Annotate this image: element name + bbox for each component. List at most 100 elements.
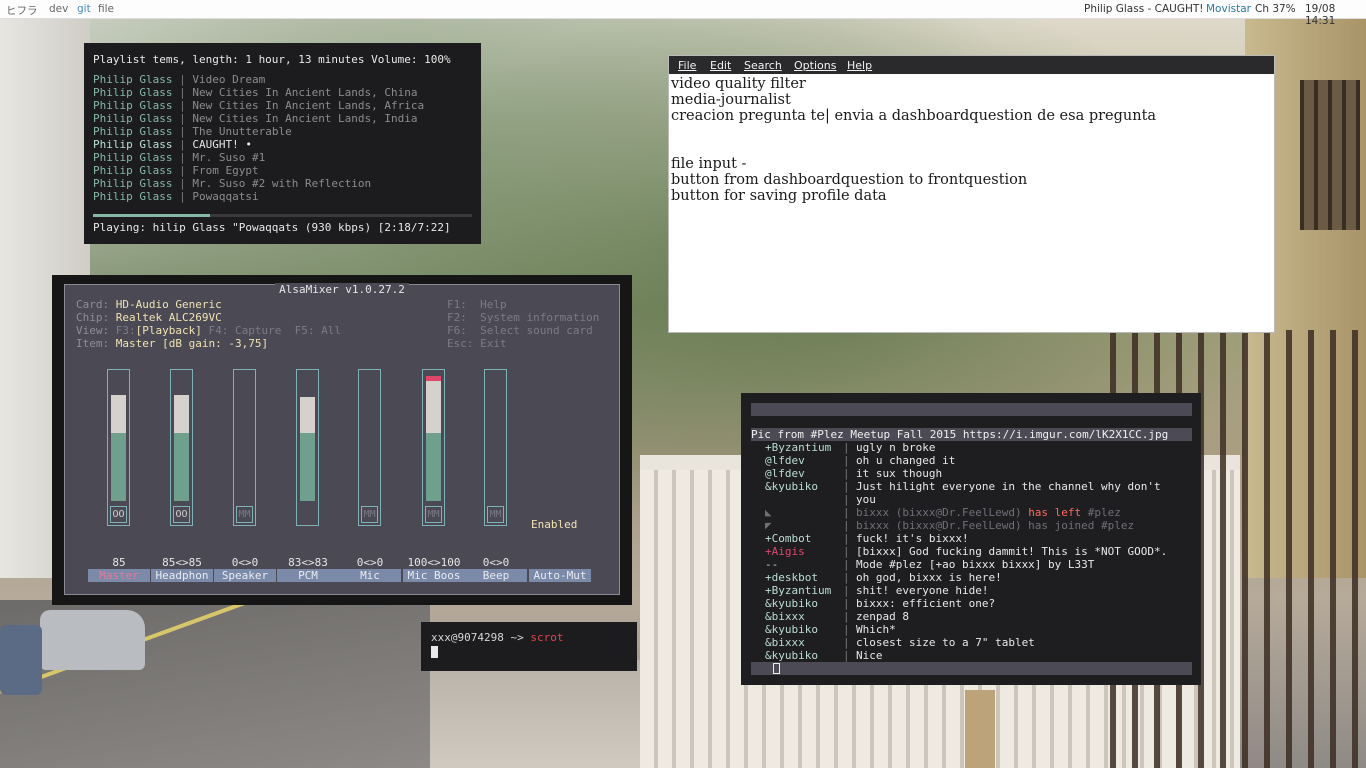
workspace-tag[interactable]: file xyxy=(98,3,114,15)
irc-nick[interactable]: &kyubiko xyxy=(751,649,843,662)
channel-label[interactable]: Beep xyxy=(465,569,527,582)
mute-toggle[interactable]: MM xyxy=(361,506,378,523)
irc-nick[interactable]: @lfdev xyxy=(751,454,843,467)
track-separator: | xyxy=(172,138,193,151)
channel-label[interactable]: Master xyxy=(88,569,150,582)
workspace-tag[interactable]: ヒフラ xyxy=(6,3,38,18)
menu-edit[interactable]: Edit xyxy=(710,59,731,72)
help-esc: Esc: Exit xyxy=(447,337,507,350)
irc-text: bixxx (bixxx@Dr.FeelLewd) has left #plez xyxy=(856,506,1192,519)
irc-separator: | xyxy=(843,610,850,623)
irc-nick[interactable]: &kyubiko xyxy=(751,480,843,493)
track-title: Mr. Suso #1 xyxy=(192,151,266,164)
irc-nick[interactable]: &bixxx xyxy=(751,610,843,623)
playlist-track[interactable]: Philip Glass | Video Dream xyxy=(93,73,472,86)
mute-toggle[interactable]: OO xyxy=(110,506,127,523)
volume-slider[interactable]: MM xyxy=(233,369,256,526)
irc-separator: | xyxy=(843,467,850,480)
irc-nick[interactable]: &kyubiko xyxy=(751,597,843,610)
channel-label[interactable]: Mic Boos xyxy=(403,569,465,582)
playlist-track[interactable]: Philip Glass | Mr. Suso #2 with Reflecti… xyxy=(93,177,472,190)
editor-line: button from dashboardquestion to frontqu… xyxy=(671,172,1028,188)
irc-text: shit! everyone hide! xyxy=(856,584,1192,597)
channel-label[interactable]: PCM xyxy=(277,569,339,582)
playback-progress-fill xyxy=(93,214,211,217)
volume-slider[interactable]: OO xyxy=(107,369,130,526)
wallpaper-car-blue xyxy=(0,625,42,695)
playlist-track[interactable]: Philip Glass | New Cities In Ancient Lan… xyxy=(93,99,472,112)
irc-nick[interactable]: @lfdev xyxy=(751,467,843,480)
playlist-track[interactable]: Philip Glass | The Unutterable xyxy=(93,125,472,138)
card-value: HD-Audio Generic xyxy=(115,298,222,311)
irc-nick[interactable]: +Byzantium xyxy=(751,441,843,454)
irc-separator: | xyxy=(843,558,850,571)
channel-topic: Pic from #Plez Meetup Fall 2015 https://… xyxy=(751,428,1192,441)
irc-message: +Byzantium | shit! everyone hide! xyxy=(751,584,1192,597)
irc-nick[interactable]: +Combot xyxy=(751,532,843,545)
playlist-track[interactable]: Philip Glass | Mr. Suso #1 xyxy=(93,151,472,164)
irc-separator: | xyxy=(843,480,850,493)
mute-toggle[interactable]: OO xyxy=(173,506,190,523)
mute-toggle[interactable]: MM xyxy=(487,506,504,523)
menu-search[interactable]: Search xyxy=(744,59,782,72)
playlist-track[interactable]: Philip Glass | New Cities In Ancient Lan… xyxy=(93,86,472,99)
track-artist: Philip Glass xyxy=(93,86,173,99)
irc-nick[interactable]: ◣ xyxy=(751,506,843,519)
irc-text-part: Just hilight everyone in the channel why… xyxy=(856,480,1161,493)
volume-slider[interactable]: MM xyxy=(422,369,445,526)
channel-label[interactable]: Speaker xyxy=(214,569,276,582)
volume-level-high xyxy=(426,376,441,381)
irc-nick[interactable]: &kyubiko xyxy=(751,623,843,636)
irc-nick[interactable]: &bixxx xyxy=(751,636,843,649)
irc-nick[interactable]: +deskbot xyxy=(751,571,843,584)
mute-toggle[interactable]: MM xyxy=(425,506,442,523)
mute-toggle[interactable]: MM xyxy=(236,506,253,523)
irc-nick[interactable]: +Byzantium xyxy=(751,584,843,597)
playlist-header: Playlist tems, length: 1 hour, 13 minute… xyxy=(93,53,451,66)
volume-slider[interactable] xyxy=(296,369,319,526)
irc-status-bar xyxy=(751,403,1192,416)
volume-slider[interactable]: MM xyxy=(358,369,381,526)
alsamixer-window[interactable]: AlsaMixer v1.0.27.2 Card: HD-Audio Gener… xyxy=(52,275,632,605)
top-status-bar: ヒフラ dev git file Philip Glass - CAUGHT! … xyxy=(0,0,1366,27)
item-label: Item: xyxy=(76,337,110,350)
view-other-modes[interactable]: F4: Capture F5: All xyxy=(208,324,340,337)
playlist-list[interactable]: Philip Glass | Video Dream Philip Glass |… xyxy=(93,73,472,203)
volume-slider[interactable]: OO xyxy=(170,369,193,526)
music-player-window[interactable]: Playlist tems, length: 1 hour, 13 minute… xyxy=(84,43,481,244)
channel-label[interactable]: Auto-Mut xyxy=(529,569,591,582)
editor-text-area[interactable]: video quality filter media-journalist crea… xyxy=(669,74,1274,206)
workspace-tag[interactable]: dev xyxy=(49,3,68,15)
irc-client-window[interactable]: Pic from #Plez Meetup Fall 2015 https://… xyxy=(741,393,1201,685)
channel-label[interactable]: Mic xyxy=(339,569,401,582)
volume-slider[interactable]: MM xyxy=(484,369,507,526)
menu-file[interactable]: File xyxy=(678,59,696,72)
wallpaper-car xyxy=(40,610,145,670)
irc-text-part: Nice xyxy=(856,649,883,662)
playlist-track[interactable]: Philip Glass | New Cities In Ancient Lan… xyxy=(93,112,472,125)
shell-terminal[interactable]: xxx@9074298 ~> scrot xyxy=(421,622,637,671)
text-editor-window[interactable]: File Edit Search Options Help video qual… xyxy=(668,55,1275,333)
irc-text: Just hilight everyone in the channel why… xyxy=(856,480,1192,493)
workspace-tag-active[interactable]: git xyxy=(77,3,91,15)
irc-text-part: #plez xyxy=(1081,506,1121,519)
track-separator: | xyxy=(172,86,193,99)
chip-label: Chip: xyxy=(76,311,110,324)
playlist-track[interactable]: Philip Glass | Powaqqatsi xyxy=(93,190,472,203)
irc-nick[interactable]: -- xyxy=(751,558,843,571)
menu-help[interactable]: Help xyxy=(847,59,872,72)
chip-value: Realtek ALC269VC xyxy=(115,311,222,324)
irc-nick[interactable]: ◤ xyxy=(751,519,843,532)
irc-nick[interactable] xyxy=(751,493,843,506)
playback-progress-bar[interactable] xyxy=(93,214,472,217)
track-title: From Egypt xyxy=(192,164,259,177)
view-playback[interactable]: [Playback] xyxy=(136,324,202,337)
terminal-cursor xyxy=(431,646,438,658)
playlist-track[interactable]: Philip Glass | CAUGHT! • xyxy=(93,138,472,151)
menu-options[interactable]: Options xyxy=(794,59,836,72)
irc-input-field[interactable] xyxy=(751,662,1192,675)
channel-label[interactable]: Headphon xyxy=(151,569,213,582)
irc-nick[interactable]: +Aigis xyxy=(751,545,843,558)
playlist-track[interactable]: Philip Glass | From Egypt xyxy=(93,164,472,177)
